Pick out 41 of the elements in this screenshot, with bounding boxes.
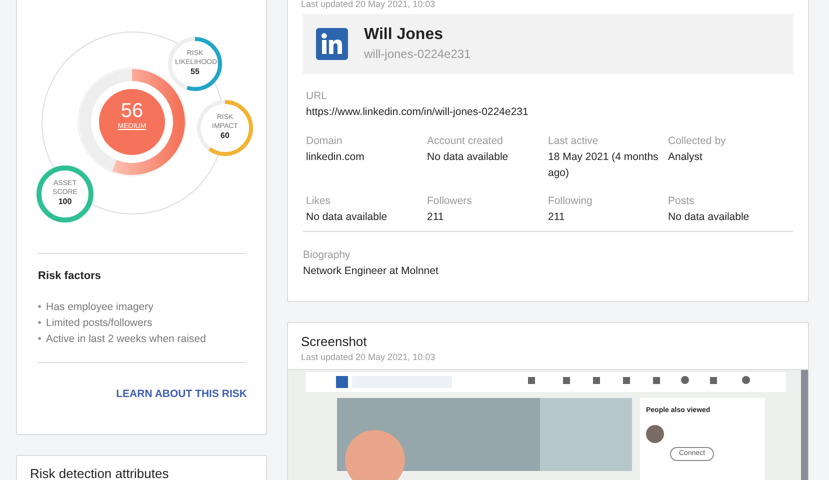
score-ring	[36, 166, 94, 222]
field-label: Followers	[427, 194, 473, 209]
gauge-value: 55	[190, 67, 200, 76]
field-value: linkedin.com	[306, 150, 366, 165]
field-value: No data available	[668, 210, 750, 225]
last-updated-text: Last updated 20 May 2021, 10:03	[301, 351, 436, 363]
gauge-value: 60	[220, 131, 230, 140]
score-ring	[197, 100, 253, 156]
field-value: Analyst	[668, 150, 704, 165]
field-label: Collected by	[668, 134, 727, 149]
risk-factor: Limited posts/followers	[38, 314, 254, 330]
field-label: Following	[548, 194, 594, 209]
linkedin-logo-icon	[316, 28, 348, 60]
gauge-value: 100	[57, 197, 73, 206]
field-label: Account created	[427, 134, 504, 149]
field-value: 18 May 2021 (4 months ago)	[548, 150, 660, 181]
field-value: Network Engineer at Molnnet	[303, 264, 440, 279]
field-label: Last active	[548, 134, 600, 149]
field-label: URL	[306, 89, 328, 104]
field-value: 211	[427, 210, 445, 225]
learn-more-link[interactable]: LEARN ABOUT THIS RISK	[116, 388, 247, 400]
field-label: Domain	[306, 134, 344, 149]
field-value: 211	[548, 210, 566, 225]
risk-factor: Has employee imagery	[38, 298, 254, 314]
scrollbar[interactable]	[801, 370, 808, 480]
field-value: https://www.linkedin.com/in/will-jones-0224e231	[306, 105, 530, 120]
card-title: Screenshot	[301, 333, 368, 351]
field-label: Likes	[306, 194, 332, 209]
field-label: Biography	[303, 248, 352, 263]
field-label: Posts	[668, 194, 696, 209]
card-title: Risk detection attributes	[30, 466, 169, 480]
avatar-icon	[646, 424, 664, 442]
field-value: No data available	[427, 150, 510, 165]
score-ring	[168, 37, 222, 91]
field-value: No data available	[306, 210, 388, 225]
profile-handle: will-jones-0224e231	[364, 46, 471, 63]
section-title: Risk factors	[38, 269, 102, 284]
profile-name: Will Jones	[364, 25, 444, 45]
risk-factor: Active in last 2 weeks when raised	[38, 330, 254, 346]
risk-score: 56	[120, 100, 144, 122]
last-updated-text: Last updated 20 May 2021, 10:03	[301, 0, 436, 10]
